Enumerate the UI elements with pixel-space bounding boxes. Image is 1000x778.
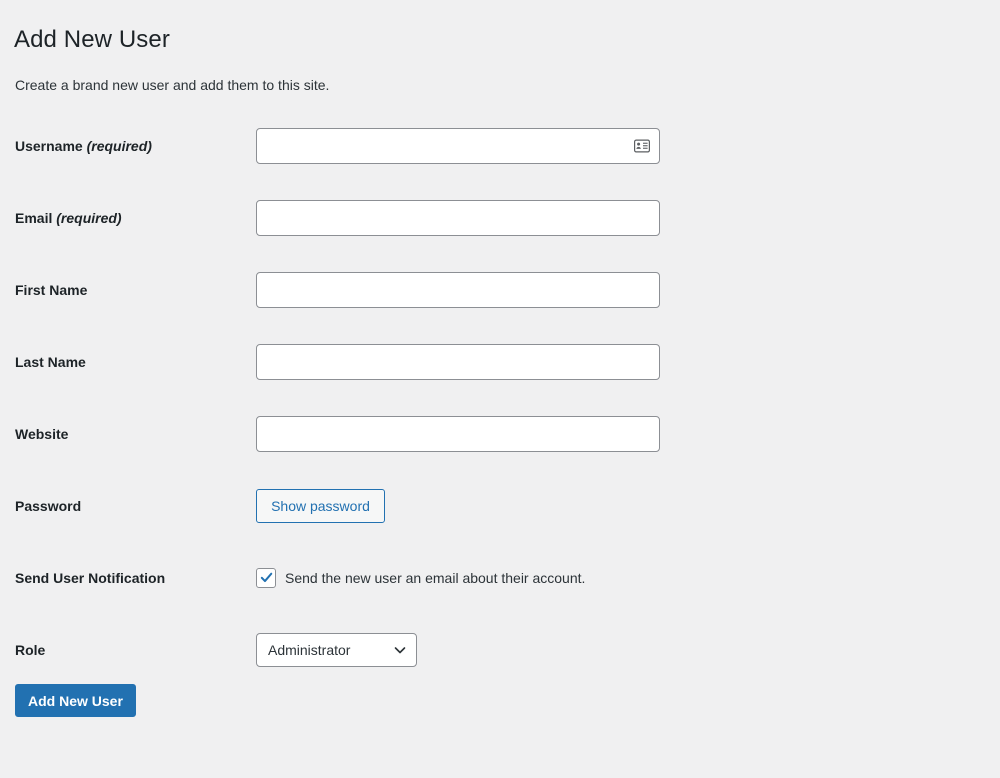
label-password: Password bbox=[0, 470, 256, 542]
label-last-name-text: Last Name bbox=[15, 354, 86, 370]
label-username-required: (required) bbox=[87, 138, 152, 154]
cell-send-notification: Send the new user an email about their a… bbox=[256, 542, 1000, 614]
form-row-email: Email (required) bbox=[0, 182, 1000, 254]
send-notification-checkbox[interactable] bbox=[256, 568, 276, 588]
label-first-name-text: First Name bbox=[15, 282, 87, 298]
label-website-text: Website bbox=[15, 426, 68, 442]
cell-password-button: Show password bbox=[256, 470, 1000, 542]
label-send-user-notification-text: Send User Notification bbox=[15, 570, 165, 586]
form-row-username: Username (required) bbox=[0, 110, 1000, 182]
label-website: Website bbox=[0, 398, 256, 470]
username-input[interactable] bbox=[256, 128, 660, 164]
page-title: Add New User bbox=[14, 24, 170, 55]
cell-first-name-input bbox=[256, 254, 1000, 326]
label-send-user-notification: Send User Notification bbox=[0, 542, 256, 614]
form-row-role: Role Administrator bbox=[0, 614, 1000, 686]
checkmark-icon bbox=[258, 569, 275, 586]
send-notification-checkbox-row[interactable]: Send the new user an email about their a… bbox=[256, 568, 1000, 588]
last-name-input[interactable] bbox=[256, 344, 660, 380]
label-username: Username (required) bbox=[0, 110, 256, 182]
show-password-button[interactable]: Show password bbox=[256, 489, 385, 523]
cell-username-input bbox=[256, 110, 1000, 182]
cell-last-name-input bbox=[256, 326, 1000, 398]
role-select-value: Administrator bbox=[268, 642, 350, 658]
label-last-name: Last Name bbox=[0, 326, 256, 398]
add-new-user-submit-button[interactable]: Add New User bbox=[15, 684, 136, 717]
email-input[interactable] bbox=[256, 200, 660, 236]
label-role-text: Role bbox=[15, 642, 45, 658]
first-name-input[interactable] bbox=[256, 272, 660, 308]
label-email-required: (required) bbox=[56, 210, 121, 226]
username-input-wrap bbox=[256, 128, 660, 164]
role-select[interactable]: Administrator bbox=[256, 633, 417, 667]
last-name-input-wrap bbox=[256, 344, 660, 380]
form-row-password: Password Show password bbox=[0, 470, 1000, 542]
page-description: Create a brand new user and add them to … bbox=[15, 76, 329, 96]
form-row-send-notification: Send User Notification Send the new user… bbox=[0, 542, 1000, 614]
submit-area: Add New User bbox=[15, 684, 136, 717]
label-first-name: First Name bbox=[0, 254, 256, 326]
cell-email-input bbox=[256, 182, 1000, 254]
role-select-wrap: Administrator bbox=[256, 633, 417, 667]
form-row-first-name: First Name bbox=[0, 254, 1000, 326]
add-user-form: Username (required) bbox=[0, 110, 1000, 686]
label-role: Role bbox=[0, 614, 256, 686]
first-name-input-wrap bbox=[256, 272, 660, 308]
website-input-wrap bbox=[256, 416, 660, 452]
label-email: Email (required) bbox=[0, 182, 256, 254]
label-username-text: Username bbox=[15, 138, 83, 154]
add-new-user-page: Add New User Create a brand new user and… bbox=[0, 0, 1000, 778]
label-password-text: Password bbox=[15, 498, 81, 514]
label-email-text: Email bbox=[15, 210, 52, 226]
website-input[interactable] bbox=[256, 416, 660, 452]
form-row-last-name: Last Name bbox=[0, 326, 1000, 398]
form-row-website: Website bbox=[0, 398, 1000, 470]
cell-role-select: Administrator bbox=[256, 614, 1000, 686]
email-input-wrap bbox=[256, 200, 660, 236]
cell-website-input bbox=[256, 398, 1000, 470]
send-notification-label-text: Send the new user an email about their a… bbox=[285, 570, 585, 586]
